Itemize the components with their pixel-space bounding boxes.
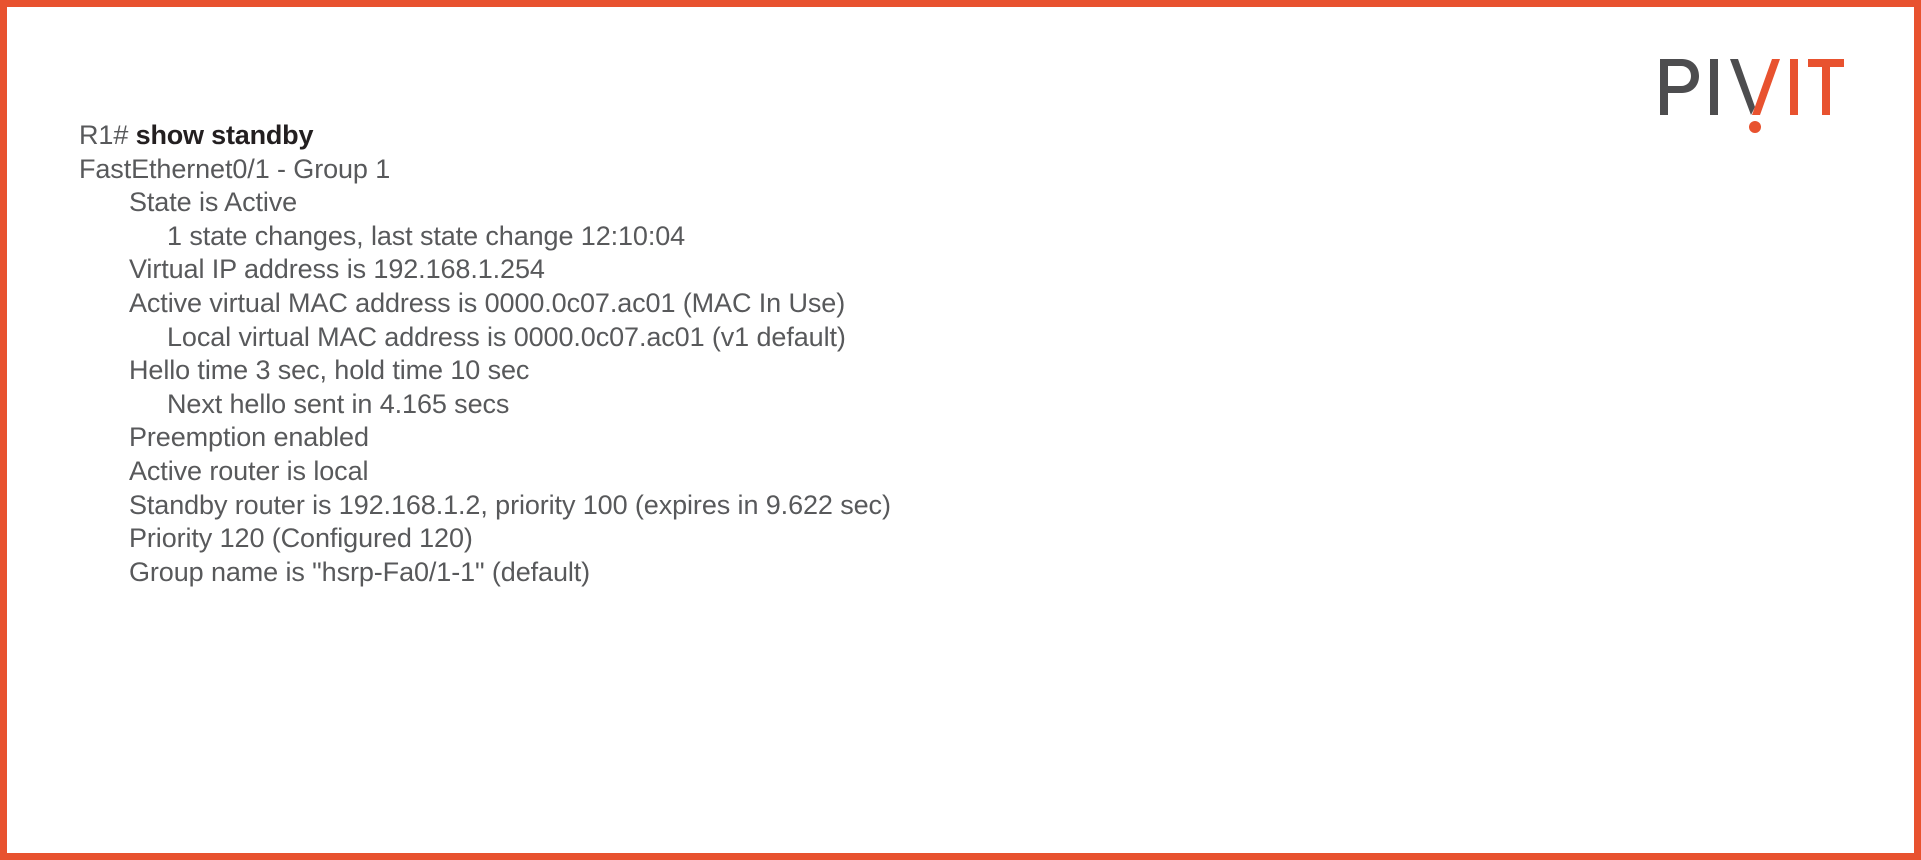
output-line: Priority 120 (Configured 120): [129, 523, 473, 554]
pivit-logo: [1658, 53, 1844, 133]
output-line: 1 state changes, last state change 12:10…: [167, 220, 686, 251]
terminal-output: R1# show standby FastEthernet0/1 - Group…: [79, 119, 1579, 589]
output-line: State is Active: [129, 187, 298, 218]
output-line: Group name is "hsrp-Fa0/1-1" (default): [129, 556, 591, 587]
command-text: show standby: [135, 120, 314, 150]
command-line: R1# show standby: [79, 119, 1579, 153]
output-line: Next hello sent in 4.165 secs: [167, 388, 510, 419]
output-line: Standby router is 192.168.1.2, priority …: [129, 489, 891, 520]
output-line: Active router is local: [129, 455, 369, 486]
slide-canvas: R1# show standby FastEthernet0/1 - Group…: [0, 0, 1921, 860]
output-line: Preemption enabled: [129, 422, 369, 453]
output-line: Active virtual MAC address is 0000.0c07.…: [129, 287, 846, 318]
pivit-logo-icon: [1660, 59, 1844, 133]
output-line: Local virtual MAC address is 0000.0c07.a…: [167, 321, 846, 352]
output-line: Virtual IP address is 192.168.1.254: [129, 254, 545, 285]
output-line: FastEthernet0/1 - Group 1: [79, 153, 391, 184]
prompt-label: R1#: [79, 120, 129, 150]
output-line: Hello time 3 sec, hold time 10 sec: [129, 355, 530, 386]
